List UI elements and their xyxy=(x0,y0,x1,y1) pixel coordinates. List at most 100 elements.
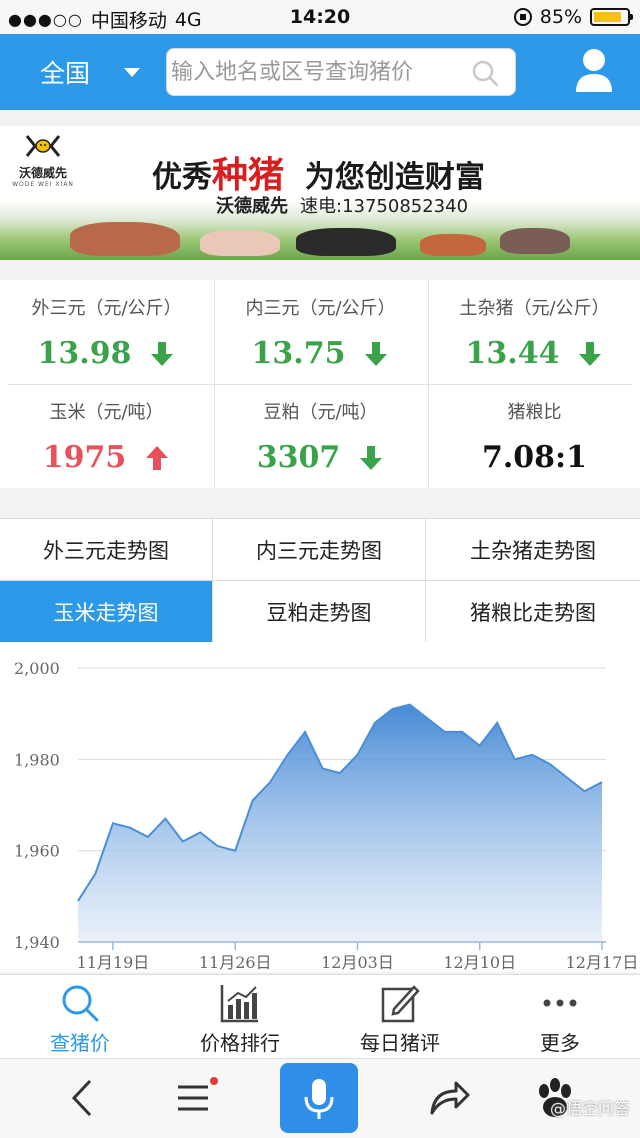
pig-image xyxy=(420,234,486,256)
search-box[interactable] xyxy=(166,48,516,96)
price-value: 13.44 xyxy=(465,336,560,371)
price-value-row: 13.98 xyxy=(0,336,213,371)
logo-subtext: WODE WEI XIAN xyxy=(12,181,74,188)
app-root: ●●●○○ 中国移动 4G 14:20 85% 全国 输入地名或区号查询猪价 沃… xyxy=(0,0,640,1138)
region-selector[interactable]: 全国 xyxy=(40,54,90,90)
price-label: 玉米（元/吨） xyxy=(49,402,164,423)
price-cell-tuzazhu[interactable]: 土杂猪（元/公斤） 13.44 xyxy=(428,280,640,384)
y-tick-label: 1,960 xyxy=(14,842,60,861)
search-icon[interactable] xyxy=(471,59,499,87)
slogan-prefix: 优秀 xyxy=(152,160,212,195)
voice-button[interactable] xyxy=(280,1063,358,1133)
nav-label: 价格排行 xyxy=(200,1031,280,1055)
x-tick-label: 11月19日 xyxy=(77,953,150,972)
orientation-lock-icon xyxy=(513,8,532,26)
bottom-nav: 查猪价 价格排行 每日猪评 更多 xyxy=(0,974,640,1058)
tab-tuzazhu-trend[interactable]: 土杂猪走势图 xyxy=(426,519,640,581)
nav-label: 查猪价 xyxy=(50,1031,110,1055)
brand-logo: 沃德威先 WODE WEI XIAN xyxy=(12,134,74,188)
price-label: 猪粮比 xyxy=(507,402,562,423)
slogan-suffix: 为您创造财富 xyxy=(304,160,485,195)
price-value: 7.08:1 xyxy=(481,440,587,475)
price-value-row: 7.08:1 xyxy=(428,440,640,475)
price-cell-neisanyuan[interactable]: 内三元（元/公斤） 13.75 xyxy=(214,280,427,384)
microphone-icon xyxy=(304,1079,334,1119)
slogan-highlight: 种猪 xyxy=(212,155,285,196)
x-tick-label: 12月17日 xyxy=(566,953,639,972)
x-tick-label: 12月10日 xyxy=(443,953,516,972)
corn-price-chart: 1,940 1,960 1,980 2,000 11月19日 11月26日 12月03日 12… xyxy=(0,642,640,972)
nav-label: 每日猪评 xyxy=(360,1031,440,1055)
price-label: 土杂猪（元/公斤） xyxy=(459,298,610,319)
banner-brand: 沃德威先 xyxy=(216,196,288,217)
status-bar: ●●●○○ 中国移动 4G 14:20 85% xyxy=(0,0,640,34)
browser-toolbar: @悟空问答 xyxy=(0,1058,640,1138)
price-value: 1975 xyxy=(42,440,127,475)
notification-dot xyxy=(210,1077,218,1085)
battery-fill xyxy=(594,12,622,22)
x-tick-label: 11月26日 xyxy=(199,953,272,972)
edit-icon xyxy=(381,985,420,1023)
divider xyxy=(8,384,632,385)
nav-daily-review[interactable]: 每日猪评 xyxy=(320,975,480,1059)
chevron-down-icon[interactable] xyxy=(124,68,140,77)
search-icon xyxy=(62,985,99,1022)
status-right: 85% xyxy=(513,6,633,28)
search-input[interactable] xyxy=(167,49,457,95)
price-value-row: 1975 xyxy=(0,440,213,475)
price-cell-doupo[interactable]: 豆粕（元/吨） 3307 xyxy=(214,384,427,488)
tab-waisanyuan-trend[interactable]: 外三元走势图 xyxy=(0,519,213,581)
arrow-down-icon xyxy=(579,341,602,366)
price-value-row: 3307 xyxy=(214,440,427,475)
user-icon[interactable] xyxy=(574,46,614,94)
tab-yumi-trend[interactable]: 玉米走势图 xyxy=(0,581,213,643)
price-label: 内三元（元/公斤） xyxy=(245,298,396,319)
pig-logo-icon xyxy=(25,135,61,157)
watermark: @悟空问答 xyxy=(549,1099,630,1118)
arrow-down-icon xyxy=(365,341,388,366)
price-value-row: 13.44 xyxy=(428,336,640,371)
price-value: 3307 xyxy=(256,440,341,475)
tab-zhuliangbi-trend[interactable]: 猪粮比走势图 xyxy=(426,581,640,643)
nav-check-price[interactable]: 查猪价 xyxy=(0,975,160,1059)
share-icon[interactable] xyxy=(424,1073,474,1123)
price-label: 外三元（元/公斤） xyxy=(31,298,182,319)
app-header: 全国 xyxy=(0,34,640,110)
pig-image xyxy=(70,222,180,256)
price-value: 13.98 xyxy=(37,336,132,371)
y-tick-label: 2,000 xyxy=(14,659,60,678)
price-grid: 外三元（元/公斤） 13.98 内三元（元/公斤） 13.75 土杂猪（元/公斤… xyxy=(0,280,640,488)
area-chart: 1,940 1,960 1,980 2,000 11月19日 11月26日 12月03日 12… xyxy=(14,659,639,972)
pig-image xyxy=(200,230,280,256)
pig-image xyxy=(296,228,396,256)
trend-tabs: 外三元走势图 内三元走势图 土杂猪走势图 玉米走势图 豆粕走势图 猪粮比走势图 xyxy=(0,518,640,643)
back-icon[interactable] xyxy=(58,1073,108,1123)
bar-chart-icon xyxy=(220,985,258,1023)
price-cell-zhuliangbi[interactable]: 猪粮比 7.08:1 xyxy=(428,384,640,488)
y-tick-label: 1,940 xyxy=(14,933,60,952)
tab-doupo-trend[interactable]: 豆粕走势图 xyxy=(213,581,426,643)
banner-phone: 速电:13750852340 xyxy=(300,196,469,217)
y-tick-label: 1,980 xyxy=(14,750,60,769)
arrow-down-icon xyxy=(151,341,174,366)
battery-icon xyxy=(590,8,633,26)
ad-banner[interactable]: 沃德威先 WODE WEI XIAN 优秀种猪 为您创造财富 沃德威先 速电:13… xyxy=(0,126,640,260)
logo-text: 沃德威先 xyxy=(18,166,67,180)
banner-slogan: 优秀种猪 为您创造财富 xyxy=(152,146,485,198)
price-label: 豆粕（元/吨） xyxy=(263,402,378,423)
battery-percent: 85% xyxy=(539,6,582,28)
price-cell-waisanyuan[interactable]: 外三元（元/公斤） 13.98 xyxy=(0,280,213,384)
x-tick-label: 12月03日 xyxy=(321,953,394,972)
pig-image xyxy=(500,228,570,254)
series-area xyxy=(78,704,602,942)
nav-price-ranking[interactable]: 价格排行 xyxy=(160,975,320,1059)
price-cell-yumi[interactable]: 玉米（元/吨） 1975 xyxy=(0,384,213,488)
price-value: 13.75 xyxy=(251,336,346,371)
tab-neisanyuan-trend[interactable]: 内三元走势图 xyxy=(213,519,426,581)
arrow-down-icon xyxy=(360,445,383,470)
nav-more[interactable]: 更多 xyxy=(480,975,640,1059)
nav-label: 更多 xyxy=(540,1031,580,1055)
arrow-up-icon xyxy=(146,445,169,470)
banner-contact: 沃德威先 速电:13750852340 xyxy=(216,192,468,218)
more-icon xyxy=(543,999,577,1007)
